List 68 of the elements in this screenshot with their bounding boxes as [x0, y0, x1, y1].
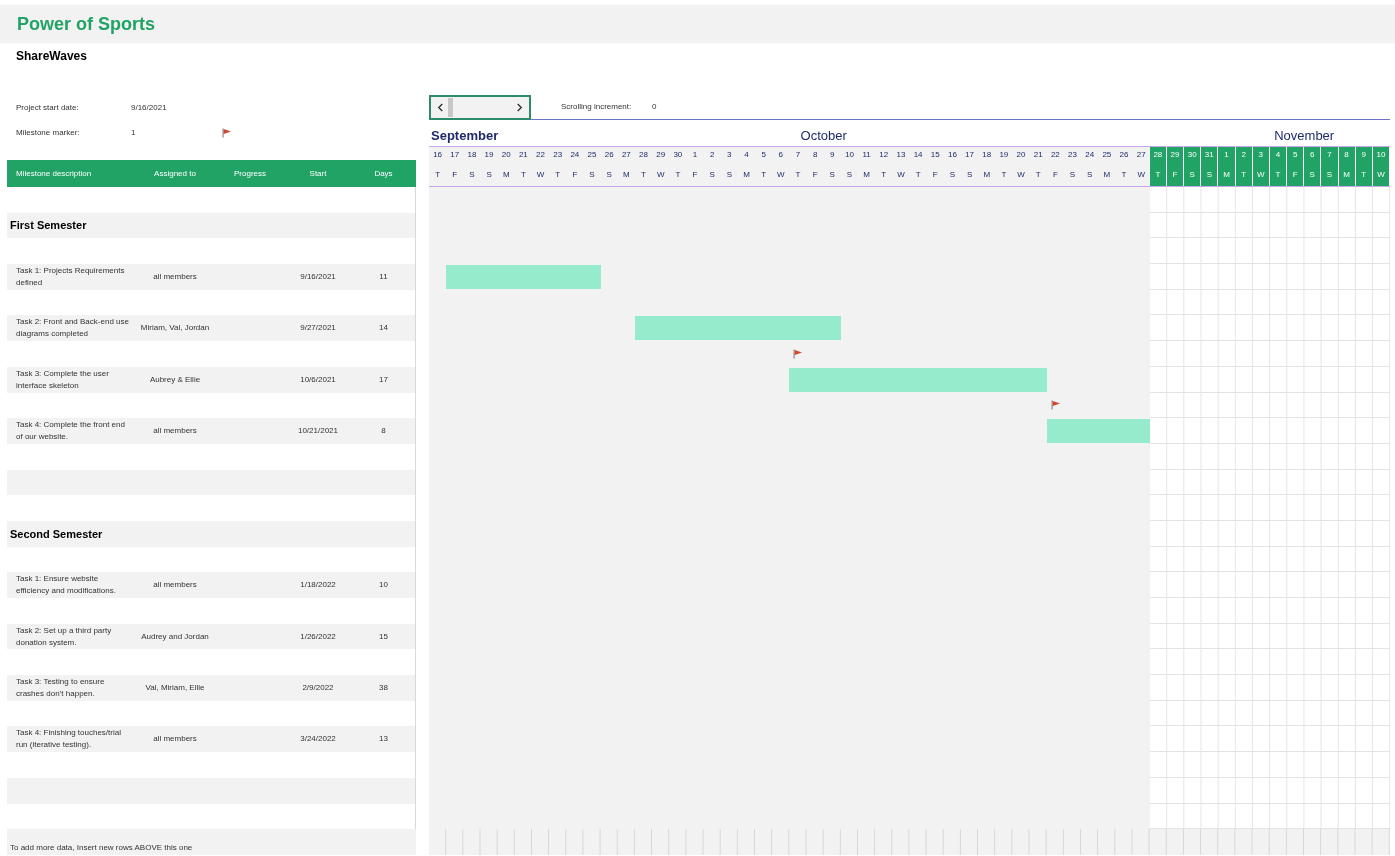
setting-label: Project start date: [16, 101, 80, 114]
weekday-letter: S [1304, 163, 1321, 186]
month-label: November [1274, 126, 1335, 145]
setting-label: Scrolling increment: [561, 101, 633, 113]
section-title: First Semester [10, 218, 87, 234]
duration: 15 [378, 630, 389, 643]
section-title: Second Semester [10, 526, 103, 542]
weekday-letter: M [1218, 163, 1235, 186]
duration: 14 [378, 322, 389, 335]
column-header: Days [373, 167, 394, 180]
duration: 10 [378, 579, 389, 592]
column-header: Assigned to [153, 167, 197, 180]
task-description: Task 4: Finishing touches/trial run (iterative testing). [15, 727, 122, 752]
duration: 8 [380, 425, 387, 438]
start-date: 2/9/2022 [301, 681, 335, 694]
duration: 38 [378, 681, 389, 694]
start-date: 9/16/2021 [299, 270, 337, 283]
project-name: ShareWaves [15, 48, 88, 65]
start-date: 1/18/2022 [299, 579, 337, 592]
setting-label: Milestone marker: [16, 126, 81, 139]
task-description: Task 3: Testing to ensure crashes don’t happen. [15, 675, 106, 700]
day-number: 30 [1184, 147, 1201, 163]
assignee: all members [152, 270, 198, 283]
start-date: 10/21/2021 [296, 425, 339, 438]
task-description: Task 3: Complete the user interface skeleton [15, 367, 110, 392]
assignee: Aubrey & Ellie [148, 373, 202, 386]
day-number: 31 [1201, 147, 1218, 163]
column-header: Progress [233, 167, 267, 180]
task-description: Task 1: Projects Requirements defined [15, 264, 126, 289]
day-number: 6 [1304, 147, 1321, 163]
assignee: Miriam, Val, Jordan [139, 322, 211, 335]
flag-icon [222, 127, 232, 138]
assignee: all members [152, 733, 198, 746]
day-number: 5 [1287, 147, 1304, 163]
task-description: Task 4: Complete the front end of our website. [15, 419, 126, 444]
duration: 17 [378, 373, 389, 386]
sheet-title: Power of Sports [17, 12, 155, 36]
task-description: Task 2: Front and Back-end use diagrams completed [15, 316, 130, 341]
month-label: September [430, 126, 499, 145]
weekday-letter: F [1287, 163, 1304, 186]
start-date: 1/26/2022 [299, 630, 337, 643]
chevron-right-icon[interactable] [516, 103, 523, 112]
assignee: all members [152, 579, 198, 592]
month-label: October [800, 126, 847, 145]
scroll-thumb[interactable] [448, 98, 453, 117]
footer-note: To add more data, Insert new rows ABOVE this one [10, 841, 193, 854]
task-description: Task 2: Set up a third party donation system. [15, 624, 113, 649]
assignee: all members [152, 425, 198, 438]
column-header: Start [308, 167, 328, 180]
day-number: 7 [1321, 147, 1338, 163]
duration: 13 [378, 733, 389, 746]
assignee: Audrey and Jordan [140, 630, 210, 643]
task-description: Task 1: Ensure website efficiency and modifications. [15, 573, 117, 598]
weekday-letter: S [1321, 163, 1338, 186]
column-header: Milestone description [15, 167, 93, 180]
scroll-control[interactable] [429, 95, 531, 120]
duration: 11 [378, 270, 389, 283]
chevron-left-icon[interactable] [437, 103, 444, 112]
day-number: 1 [1218, 147, 1235, 163]
start-date: 9/27/2021 [299, 322, 337, 335]
weekday-letter: S [1201, 163, 1218, 186]
setting-value: 9/16/2021 [131, 101, 168, 114]
assignee: Val, Miriam, Ellie [144, 681, 206, 694]
setting-value: 0 [652, 101, 657, 113]
setting-value: 1 [131, 126, 137, 139]
weekday-letter: S [1184, 163, 1201, 186]
start-date: 3/24/2022 [299, 733, 337, 746]
start-date: 10/6/2021 [299, 373, 337, 386]
